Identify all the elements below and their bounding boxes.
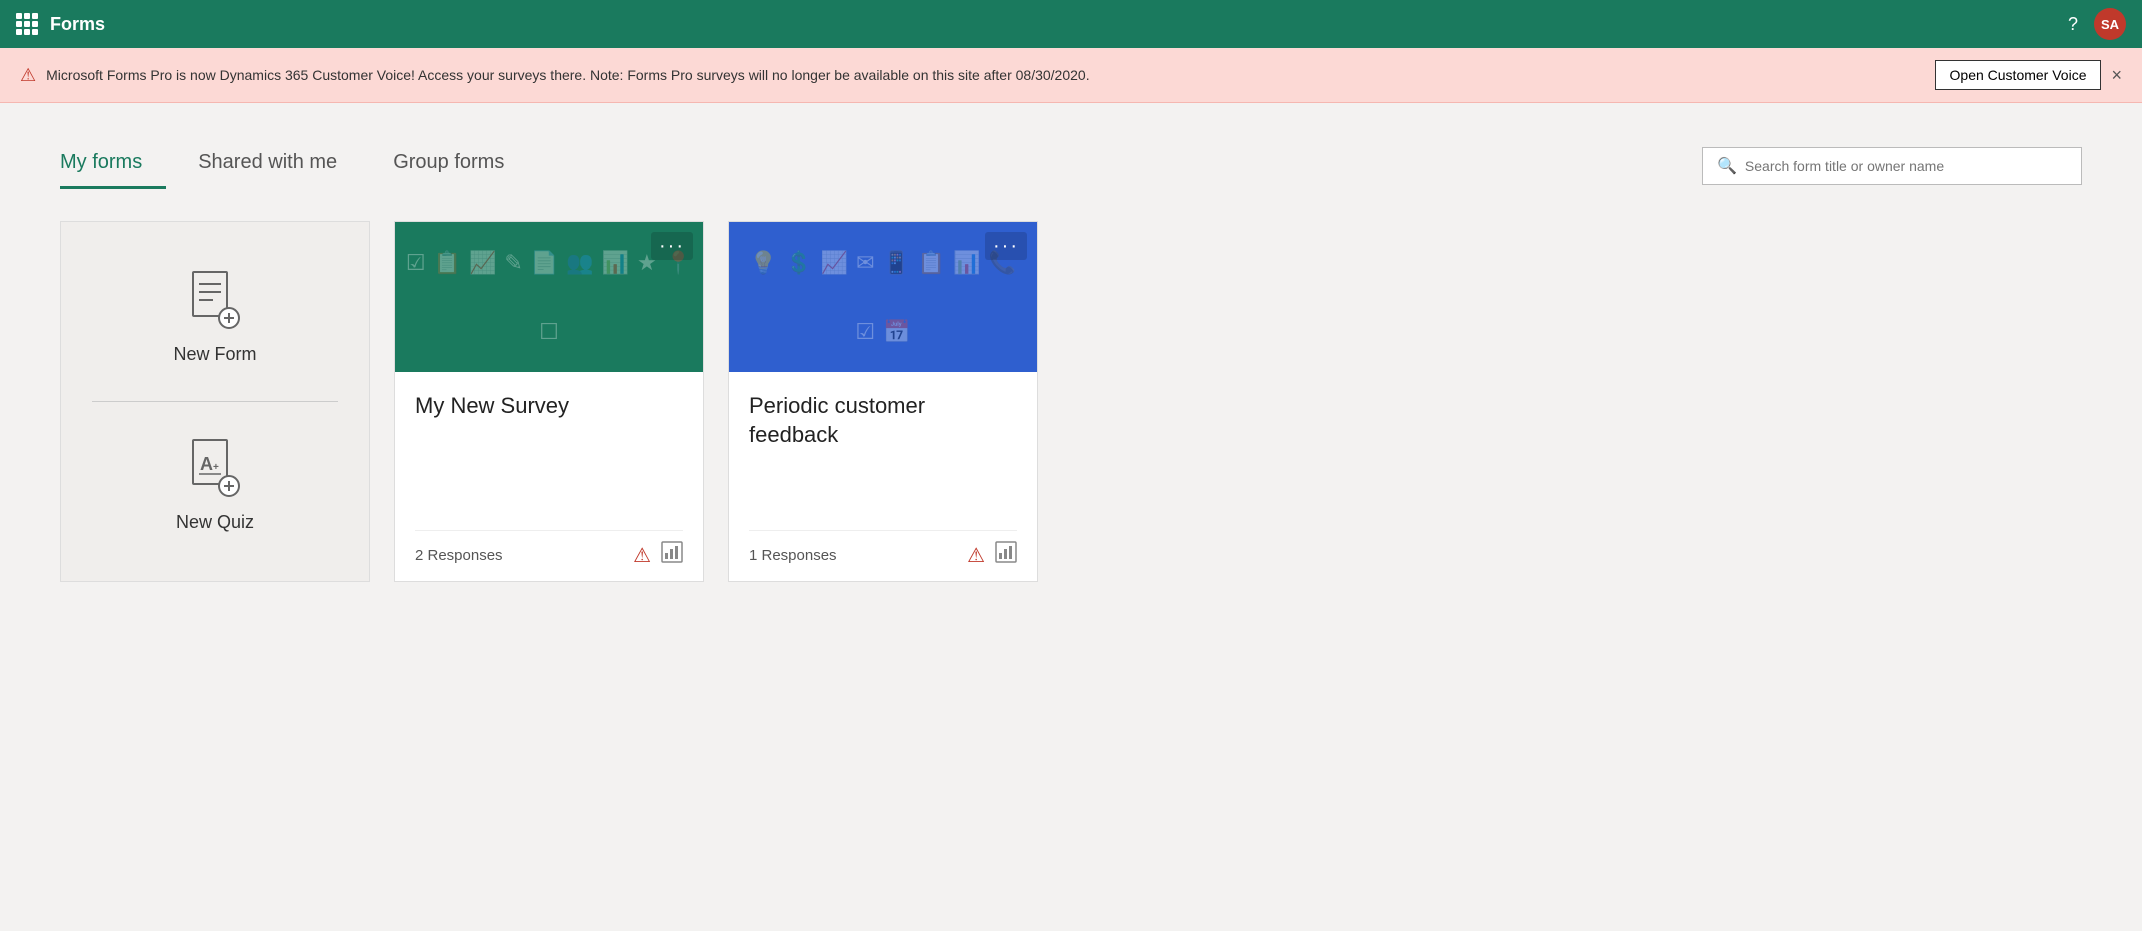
survey-card-2[interactable]: 💡 💲 📈 ✉ 📱 📋 📊 📞 ☑ 📅 ··· Periodic custome… — [728, 221, 1038, 582]
help-icon[interactable]: ? — [2068, 14, 2078, 35]
tab-group: My forms Shared with me Group forms — [60, 143, 560, 189]
notification-banner: ⚠ Microsoft Forms Pro is now Dynamics 36… — [0, 48, 2142, 103]
survey-card-1-menu[interactable]: ··· — [651, 232, 693, 260]
banner-content: ⚠ Microsoft Forms Pro is now Dynamics 36… — [20, 65, 1090, 86]
survey-card-1-title: My New Survey — [415, 392, 683, 421]
survey-card-1-footer: 2 Responses ⚠ — [415, 530, 683, 569]
survey-card-1-header: ☑ 📋 📈 ✎ 📄 👥 📊 ★ 📍 ☐ ··· — [395, 222, 703, 372]
new-form-icon — [189, 270, 241, 330]
new-form-label: New Form — [173, 344, 256, 365]
chart-icon-2[interactable] — [995, 541, 1017, 569]
survey-card-2-header: 💡 💲 📈 ✉ 📱 📋 📊 📞 ☑ 📅 ··· — [729, 222, 1037, 372]
warning-triangle-icon: ⚠ — [20, 65, 36, 86]
tab-group-forms[interactable]: Group forms — [393, 143, 528, 189]
svg-text:A: A — [200, 454, 213, 474]
warning-icon-2: ⚠ — [967, 543, 985, 568]
search-box: 🔍 — [1702, 147, 2082, 185]
chart-icon-1[interactable] — [661, 541, 683, 569]
tabs-row: My forms Shared with me Group forms 🔍 — [60, 143, 2082, 189]
close-banner-button[interactable]: × — [2111, 65, 2122, 86]
new-quiz-section[interactable]: A + New Quiz — [61, 402, 369, 581]
waffle-icon[interactable] — [16, 13, 38, 35]
search-icon: 🔍 — [1717, 156, 1737, 176]
survey-card-1[interactable]: ☑ 📋 📈 ✎ 📄 👥 📊 ★ 📍 ☐ ··· My New Survey 2 … — [394, 221, 704, 582]
open-customer-voice-button[interactable]: Open Customer Voice — [1935, 60, 2102, 90]
new-quiz-icon: A + — [189, 438, 241, 498]
banner-message: Microsoft Forms Pro is now Dynamics 365 … — [46, 67, 1089, 83]
survey-card-2-footer-icons: ⚠ — [967, 541, 1017, 569]
svg-text:+: + — [213, 462, 219, 473]
new-form-section[interactable]: New Form — [61, 222, 369, 401]
survey-card-2-menu[interactable]: ··· — [985, 232, 1027, 260]
banner-actions: Open Customer Voice × — [1935, 60, 2122, 90]
survey-card-1-body: My New Survey 2 Responses ⚠ — [395, 372, 703, 581]
survey-card-2-body: Periodic customer feedback 1 Responses ⚠ — [729, 372, 1037, 581]
tab-my-forms[interactable]: My forms — [60, 143, 166, 189]
new-quiz-label: New Quiz — [176, 512, 254, 533]
survey-card-1-footer-icons: ⚠ — [633, 541, 683, 569]
survey-card-2-footer: 1 Responses ⚠ — [749, 530, 1017, 569]
new-form-card[interactable]: New Form A + New Quiz — [60, 221, 370, 582]
app-title: Forms — [50, 14, 105, 35]
search-input[interactable] — [1745, 158, 2067, 174]
nav-left: Forms — [16, 13, 105, 35]
warning-icon-1: ⚠ — [633, 543, 651, 568]
survey-card-2-responses: 1 Responses — [749, 547, 837, 564]
avatar[interactable]: SA — [2094, 8, 2126, 40]
survey-card-1-responses: 2 Responses — [415, 547, 503, 564]
cards-grid: New Form A + New Quiz ☑ — [60, 221, 2082, 582]
tab-shared-with-me[interactable]: Shared with me — [198, 143, 361, 189]
survey-card-2-title: Periodic customer feedback — [749, 392, 1017, 449]
nav-right: ? SA — [2068, 8, 2126, 40]
main-content: My forms Shared with me Group forms 🔍 — [0, 103, 2142, 622]
top-navigation: Forms ? SA — [0, 0, 2142, 48]
